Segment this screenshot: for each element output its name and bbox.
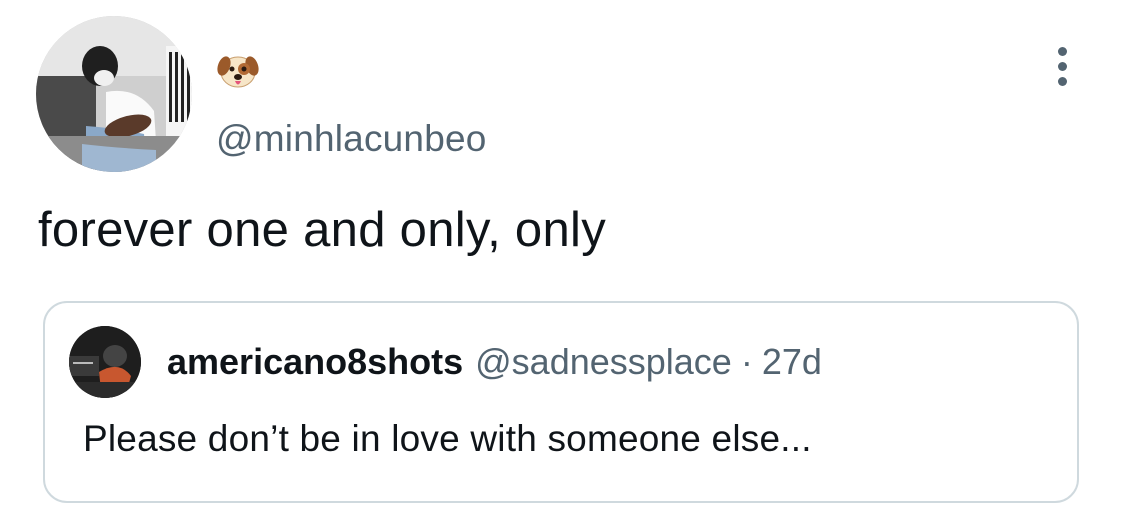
quoted-tweet-header: americano8shots @sadnessplace · 27d [167,341,822,383]
tweet: @minhlacunbeo forever one and only, only… [0,0,1125,520]
quoted-separator: · [740,341,753,382]
more-dot [1057,61,1067,71]
more-vertical-icon [1057,46,1067,56]
quoted-tweet-card[interactable]: americano8shots @sadnessplace · 27d Plea… [43,301,1079,503]
avatar-photo [36,16,192,172]
tweet-text: forever one and only, only [38,203,607,257]
dog-face-emoji [216,48,260,92]
quoted-author-handle[interactable]: @sadnessplace [475,341,732,383]
quoted-tweet-text: Please don’t be in love with someone els… [83,418,812,459]
quoted-avatar-photo [69,326,141,398]
quoted-author-name[interactable]: americano8shots [167,341,463,383]
quoted-timestamp[interactable]: 27d [762,341,822,383]
quoted-author-avatar[interactable] [69,326,141,398]
author-handle[interactable]: @minhlacunbeo [216,118,487,160]
more-options-button[interactable] [1040,40,1084,92]
author-avatar[interactable] [36,16,192,172]
more-dot [1057,76,1067,86]
